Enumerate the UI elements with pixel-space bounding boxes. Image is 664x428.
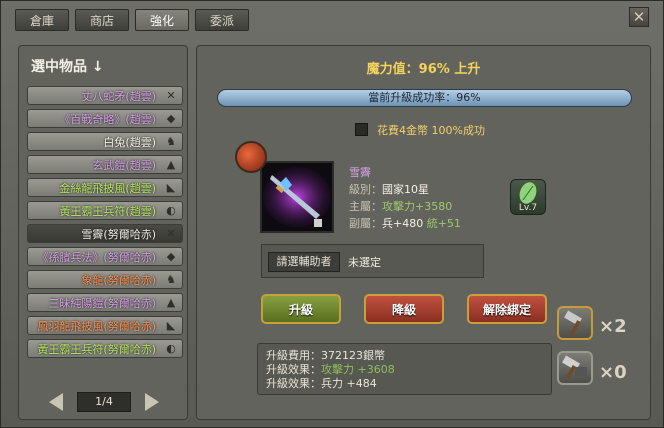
list-item[interactable]: 金絲龍飛披風(趙雲) ◣	[27, 178, 183, 197]
page-indicator: 1/4	[77, 392, 131, 412]
list-item[interactable]: 象龍(努爾哈赤) ♞	[27, 270, 183, 289]
armor-icon: ▲	[166, 296, 176, 309]
item-list: 丈八蛇矛(趙雲) ✕ 《百戰奇略》(趙雲) ◆ 白兔(趙雲) ♞ 玄武鎧(趙雲) ▲ 金絲龍飛披…	[27, 86, 183, 362]
list-item[interactable]: 黃王霸王兵符(趙雲) ◐	[27, 201, 183, 220]
pager: 1/4	[49, 391, 159, 413]
item-sub-attr-a: 兵+480	[382, 217, 424, 230]
cloak-icon: ◣	[166, 181, 176, 194]
double-hammer-tool-slot[interactable]	[557, 351, 593, 385]
list-item[interactable]: 雪霽(努爾哈赤) ✕	[27, 224, 183, 243]
weapon-type-icon	[235, 141, 267, 173]
upgrade-cost: 372123銀幣	[321, 349, 385, 362]
tab-enhance[interactable]: 強化	[135, 9, 189, 31]
upgrade-effect-troops: 兵力 +484	[321, 377, 377, 390]
sword-icon	[262, 163, 332, 231]
assistant-value: 未選定	[348, 256, 381, 269]
close-icon: ✕	[632, 8, 646, 26]
guarantee-checkbox[interactable]	[355, 123, 368, 136]
select-assistant-button[interactable]: 請選輔助者	[268, 252, 340, 272]
success-rate-label: 當前升級成功率：96%	[368, 91, 481, 104]
gem-level: Lv.7	[518, 203, 538, 213]
hammer-tool-slot[interactable]	[557, 306, 593, 340]
item-level: 國家10星	[382, 183, 429, 196]
armor-icon: ▲	[166, 158, 176, 171]
crossed-swords-icon: ✕	[166, 89, 176, 102]
panel-title: 選中物品 ↓	[31, 59, 104, 75]
item-name-label: 丈八蛇矛(趙雲)	[81, 90, 156, 103]
list-item[interactable]: 黃王霸王兵符(努爾哈赤) ◐	[27, 339, 183, 358]
book-icon: ◆	[166, 112, 176, 125]
horse-icon: ♞	[166, 273, 176, 286]
item-sub-attr-b: 統+51	[426, 217, 461, 230]
item-main-attr: 攻擊力+3580	[382, 200, 453, 213]
list-item[interactable]: 《百戰奇略》(趙雲) ◆	[27, 109, 183, 128]
item-name-label: 象龍(努爾哈赤)	[81, 274, 156, 287]
list-item[interactable]: 丈八蛇矛(趙雲) ✕	[27, 86, 183, 105]
double-hammer-count: ×0	[599, 362, 627, 383]
unbind-button[interactable]: 解除綁定	[467, 294, 547, 324]
item-name-label: 《百戰奇略》(趙雲)	[59, 113, 156, 126]
item-slot[interactable]	[260, 161, 334, 233]
next-page-button[interactable]	[145, 393, 159, 411]
guarantee-label: 花費4金幣 100%成功	[377, 124, 485, 137]
list-item[interactable]: 《孫臏兵法》(努爾哈赤) ◆	[27, 247, 183, 266]
item-name-label: 金絲龍飛披風(趙雲)	[59, 182, 156, 195]
mana-value: 魔力值：96% 上升	[366, 62, 481, 77]
list-item[interactable]: 玄武鎧(趙雲) ▲	[27, 155, 183, 174]
crossed-swords-icon: ✕	[166, 227, 176, 240]
close-button[interactable]: ✕	[629, 7, 649, 27]
horse-icon: ♞	[166, 135, 176, 148]
item-list-panel: 選中物品 ↓ 丈八蛇矛(趙雲) ✕ 《百戰奇略》(趙雲) ◆ 白兔(趙雲) ♞ 玄武鎧(趙雲…	[18, 45, 188, 420]
gem-slot[interactable]: Lv.7	[510, 179, 546, 215]
item-name-label: 白兔(趙雲)	[103, 136, 156, 149]
item-name-label: 黃王霸王兵符(努爾哈赤)	[37, 343, 156, 356]
item-name-label: 鳳羽龍飛披風(努爾哈赤)	[37, 320, 156, 333]
item-name-label: 三昧純陽鎧(努爾哈赤)	[48, 297, 156, 310]
downgrade-button[interactable]: 降級	[364, 294, 444, 324]
token-icon: ◐	[166, 204, 176, 217]
enhance-window: 倉庫 商店 強化 委派 ✕ 選中物品 ↓ 丈八蛇矛(趙雲) ✕ 《百戰奇略》(趙雲)…	[0, 0, 664, 428]
item-name-label: 玄武鎧(趙雲)	[92, 159, 156, 172]
enhance-panel: 魔力值：96% 上升 當前升級成功率：96% 花費4金幣 100%成功 雪霽 級…	[196, 45, 651, 420]
hammer-count: ×2	[599, 316, 627, 337]
list-item[interactable]: 鳳羽龍飛披風(努爾哈赤) ◣	[27, 316, 183, 335]
success-rate-bar: 當前升級成功率：96%	[217, 89, 632, 107]
cost-box: 升級費用：372123銀幣 升級效果：攻擊力 +3608 升級效果：兵力 +48…	[257, 343, 552, 395]
item-name-label: 雪霽(努爾哈赤)	[81, 228, 156, 241]
tab-dispatch[interactable]: 委派	[195, 9, 249, 31]
item-name: 雪霽	[349, 166, 371, 179]
token-icon: ◐	[166, 342, 176, 355]
item-name-label: 《孫臏兵法》(努爾哈赤)	[37, 251, 156, 264]
tab-warehouse[interactable]: 倉庫	[15, 9, 69, 31]
prev-page-button[interactable]	[49, 393, 63, 411]
tab-bar: 倉庫 商店 強化 委派	[15, 9, 249, 31]
list-item[interactable]: 三昧純陽鎧(努爾哈赤) ▲	[27, 293, 183, 312]
item-name-label: 黃王霸王兵符(趙雲)	[59, 205, 156, 218]
cloak-icon: ◣	[166, 319, 176, 332]
list-item[interactable]: 白兔(趙雲) ♞	[27, 132, 183, 151]
tab-shop[interactable]: 商店	[75, 9, 129, 31]
assist-row: 請選輔助者 未選定	[261, 244, 484, 278]
double-hammer-icon	[562, 355, 587, 380]
item-stats: 雪霽 級別：國家10星 主屬：攻擊力+3580 副屬：兵+480 統+51	[349, 166, 461, 230]
upgrade-effect-attack: 攻擊力 +3608	[321, 363, 395, 376]
upgrade-button[interactable]: 升級	[261, 294, 341, 324]
book-icon: ◆	[166, 250, 176, 263]
hammer-icon	[564, 310, 582, 336]
sort-arrow-icon[interactable]: ↓	[92, 59, 104, 75]
